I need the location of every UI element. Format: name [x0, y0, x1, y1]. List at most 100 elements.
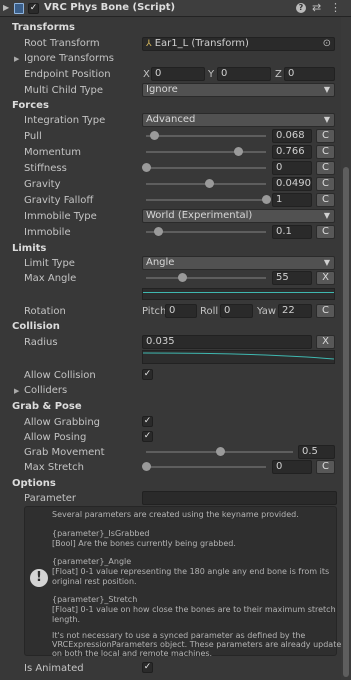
object-picker-icon[interactable]: ⊙	[323, 38, 331, 50]
expand-arrow-icon[interactable]: ▶	[3, 3, 9, 12]
multi-child-type-value: Ignore	[146, 84, 178, 95]
gravity-curve-button[interactable]: C	[316, 177, 335, 191]
max-angle-curve[interactable]	[142, 288, 335, 300]
gravity-falloff-slider-thumb[interactable]	[262, 195, 271, 204]
stiffness-slider-track[interactable]	[146, 167, 266, 169]
section-limits: Limits	[12, 243, 47, 254]
momentum-curve-button[interactable]: C	[316, 145, 335, 159]
immobile-label: Immobile	[24, 227, 71, 238]
allow-posing-checkbox[interactable]: ✓	[142, 431, 153, 442]
parameter-field[interactable]	[142, 491, 337, 505]
momentum-slider-thumb[interactable]	[233, 147, 243, 156]
immobile-type-label: Immobile Type	[24, 211, 97, 222]
grab-movement-field[interactable]: 0.5	[298, 445, 335, 459]
help-line: length.	[52, 615, 81, 624]
root-transform-value: Ear1_L (Transform)	[154, 38, 249, 49]
momentum-slider-track[interactable]	[146, 151, 266, 153]
help-line: Several parameters are created using the…	[52, 510, 299, 519]
max-angle-curve-line	[143, 292, 334, 293]
immobile-slider-thumb[interactable]	[154, 227, 163, 236]
help-line: [Float] 0-1 value on how close the bones…	[52, 605, 336, 614]
max-angle-field[interactable]: 55	[272, 271, 312, 285]
gravity-slider-thumb[interactable]	[204, 179, 214, 188]
momentum-field[interactable]: 0.766	[272, 145, 312, 159]
radius-curve-line	[143, 352, 334, 360]
limit-type-label: Limit Type	[24, 258, 75, 269]
max-stretch-label: Max Stretch	[24, 462, 84, 473]
chevron-down-icon: ▼	[323, 211, 330, 220]
component-header: ▶ ✓ VRC Phys Bone (Script) ? ⇄ ⋮	[0, 0, 351, 17]
max-stretch-slider-track[interactable]	[146, 466, 266, 468]
chevron-down-icon: ▼	[323, 258, 330, 267]
immobile-slider-track[interactable]	[146, 231, 266, 233]
chevron-down-icon: ▼	[323, 115, 330, 124]
help-line: {parameter}_Stretch	[52, 595, 138, 604]
transform-icon: ⅄	[146, 39, 152, 49]
max-stretch-curve-button[interactable]: C	[316, 460, 335, 474]
help-line: [Bool] Are the bones currently being gra…	[52, 539, 236, 548]
yaw-field[interactable]: 22	[278, 304, 312, 318]
allow-collision-checkbox[interactable]: ✓	[142, 369, 153, 380]
momentum-label: Momentum	[24, 147, 81, 158]
help-icon[interactable]: ?	[296, 3, 306, 13]
is-animated-label: Is Animated	[24, 663, 84, 674]
section-transforms: Transforms	[12, 22, 75, 33]
integration-type-dropdown[interactable]: Advanced ▼	[142, 113, 335, 127]
endpoint-y-field[interactable]: 0	[217, 67, 271, 81]
endpoint-x-field[interactable]: 0	[151, 67, 205, 81]
yaw-label: Yaw	[257, 306, 277, 317]
root-transform-field[interactable]: ⅄ Ear1_L (Transform) ⊙	[142, 37, 335, 51]
pull-curve-button[interactable]: C	[316, 129, 335, 143]
colliders-label[interactable]: Colliders	[24, 385, 67, 396]
pull-slider-track[interactable]	[146, 135, 266, 137]
max-angle-slider-thumb[interactable]	[178, 273, 187, 282]
colliders-expand-icon[interactable]: ▶	[14, 387, 19, 395]
menu-icon[interactable]: ⋮	[330, 1, 341, 14]
stiffness-curve-button[interactable]: C	[316, 161, 335, 175]
help-line: {parameter}_Angle	[52, 557, 132, 566]
max-angle-label: Max Angle	[24, 273, 77, 284]
stiffness-field[interactable]: 0	[272, 161, 312, 175]
enabled-checkbox[interactable]: ✓	[28, 3, 39, 14]
immobile-curve-button[interactable]: C	[316, 225, 335, 239]
pull-field[interactable]: 0.068	[272, 129, 312, 143]
grab-movement-label: Grab Movement	[24, 447, 105, 458]
limit-type-value: Angle	[146, 257, 175, 268]
preset-icon[interactable]: ⇄	[312, 1, 321, 14]
gravity-falloff-curve-button[interactable]: C	[316, 193, 335, 207]
max-angle-clear-button[interactable]: X	[316, 271, 335, 285]
multi-child-type-dropdown[interactable]: Ignore ▼	[142, 83, 335, 97]
section-options: Options	[12, 478, 56, 489]
gravity-field[interactable]: 0.04905	[272, 177, 312, 191]
allow-grabbing-checkbox[interactable]: ✓	[142, 416, 153, 427]
grab-movement-slider-thumb[interactable]	[215, 447, 225, 456]
rotation-curve-button[interactable]: C	[316, 304, 335, 318]
roll-field[interactable]: 0	[220, 304, 253, 318]
max-stretch-slider-thumb[interactable]	[142, 462, 151, 471]
inspector-scrollbar[interactable]	[341, 17, 351, 680]
max-stretch-field[interactable]: 0	[272, 460, 312, 474]
radius-curve[interactable]	[142, 350, 335, 364]
ignore-transforms-label[interactable]: Ignore Transforms	[24, 53, 114, 64]
gravity-falloff-field[interactable]: 1	[272, 193, 312, 207]
help-line: original rest position.	[52, 577, 137, 586]
parameter-help-box: ! Several parameters are created using t…	[24, 506, 346, 658]
gravity-falloff-slider-track[interactable]	[146, 199, 266, 201]
immobile-type-dropdown[interactable]: World (Experimental) ▼	[142, 209, 335, 223]
limit-type-dropdown[interactable]: Angle ▼	[142, 256, 335, 270]
is-animated-checkbox[interactable]: ✓	[142, 662, 153, 673]
radius-field[interactable]: 0.035	[142, 335, 312, 349]
gravity-label: Gravity	[24, 179, 61, 190]
radius-clear-button[interactable]: X	[316, 335, 335, 349]
pitch-field[interactable]: 0	[165, 304, 197, 318]
ignore-transforms-expand-icon[interactable]: ▶	[14, 55, 19, 63]
stiffness-slider-thumb[interactable]	[142, 163, 151, 172]
script-icon	[14, 3, 24, 14]
immobile-field[interactable]: 0.1	[272, 225, 312, 239]
immobile-type-value: World (Experimental)	[146, 210, 253, 221]
endpoint-z-field[interactable]: 0	[284, 67, 335, 81]
pull-slider-thumb[interactable]	[150, 131, 160, 140]
max-angle-slider-track[interactable]	[146, 277, 266, 279]
scrollbar-thumb[interactable]	[343, 167, 349, 677]
endpoint-position-label: Endpoint Position	[24, 69, 111, 80]
